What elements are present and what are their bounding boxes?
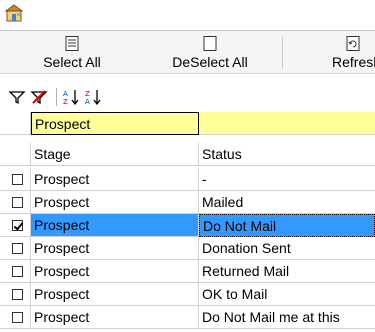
row-checkbox[interactable] [12, 174, 23, 185]
row-checkbox-cell [0, 168, 31, 191]
row-checkbox-cell [0, 283, 31, 306]
svg-text:A: A [63, 90, 68, 98]
status-column-header[interactable]: Status [199, 143, 375, 166]
select-all-label: Select All [43, 54, 101, 70]
deselect-all-icon [203, 36, 217, 51]
row-checkbox-cell [0, 191, 31, 214]
toolbar: Select All DeSelect All Refresh [0, 30, 375, 74]
header-row: Stage Status [0, 143, 375, 166]
table-row[interactable]: Prospect Mailed [0, 191, 375, 214]
svg-text:Z: Z [63, 98, 68, 105]
refresh-button[interactable]: Refresh [318, 31, 375, 74]
filter-toolbar: A Z Z A [0, 84, 375, 110]
refresh-icon [346, 36, 360, 51]
status-cell[interactable]: OK to Mail [199, 283, 375, 306]
deselect-all-label: DeSelect All [172, 54, 248, 70]
row-checkbox-cell [0, 260, 31, 283]
row-checkbox[interactable] [12, 312, 23, 323]
stage-column-header[interactable]: Stage [31, 143, 199, 166]
select-all-button[interactable]: Select All [26, 31, 118, 74]
row-checkbox[interactable] [12, 197, 23, 208]
filter-icon[interactable] [8, 89, 26, 105]
row-checkbox[interactable] [12, 243, 23, 254]
filter-toolbar-separator [56, 88, 57, 106]
status-cell[interactable]: Donation Sent [199, 237, 375, 260]
status-cell[interactable]: - [199, 168, 375, 191]
stage-cell[interactable]: Prospect [31, 191, 199, 214]
filter-row-selector [0, 112, 31, 135]
table-row[interactable]: Prospect Do Not Mail [0, 214, 375, 237]
header-selector [0, 143, 31, 166]
row-checkbox-cell [0, 214, 31, 237]
app-icon [4, 4, 24, 22]
table-row[interactable]: Prospect OK to Mail [0, 283, 375, 306]
filter-row: Prospect [0, 112, 375, 135]
stage-cell[interactable]: Prospect [31, 306, 199, 329]
table-row[interactable]: Prospect - [0, 168, 375, 191]
svg-text:A: A [85, 98, 90, 105]
deselect-all-button[interactable]: DeSelect All [160, 31, 260, 74]
row-checkbox[interactable] [12, 266, 23, 277]
table-row[interactable]: Prospect Returned Mail [0, 260, 375, 283]
stage-cell[interactable]: Prospect [31, 260, 199, 283]
title-bar [0, 0, 375, 30]
status-cell[interactable]: Returned Mail [199, 260, 375, 283]
sort-ascending-icon[interactable]: A Z [62, 89, 80, 105]
status-filter-input[interactable] [199, 112, 375, 135]
table-row[interactable]: Prospect Do Not Mail me at this [0, 306, 375, 329]
status-cell[interactable]: Mailed [199, 191, 375, 214]
refresh-label: Refresh [332, 54, 375, 70]
status-cell[interactable]: Do Not Mail me at this [199, 306, 375, 329]
stage-filter-input[interactable]: Prospect [31, 112, 199, 135]
stage-cell[interactable]: Prospect [31, 168, 199, 191]
stage-cell[interactable]: Prospect [31, 214, 199, 237]
status-cell[interactable]: Do Not Mail [199, 214, 375, 237]
toolbar-separator [282, 37, 283, 69]
row-checkbox-cell [0, 237, 31, 260]
row-checkbox[interactable] [12, 289, 23, 300]
sort-descending-icon[interactable]: Z A [84, 89, 102, 105]
row-checkbox[interactable] [12, 220, 23, 231]
stage-cell[interactable]: Prospect [31, 283, 199, 306]
svg-text:Z: Z [85, 90, 90, 98]
select-all-icon [65, 36, 79, 51]
table-row[interactable]: Prospect Donation Sent [0, 237, 375, 260]
stage-cell[interactable]: Prospect [31, 237, 199, 260]
clear-filter-icon[interactable] [30, 89, 48, 105]
row-checkbox-cell [0, 306, 31, 329]
